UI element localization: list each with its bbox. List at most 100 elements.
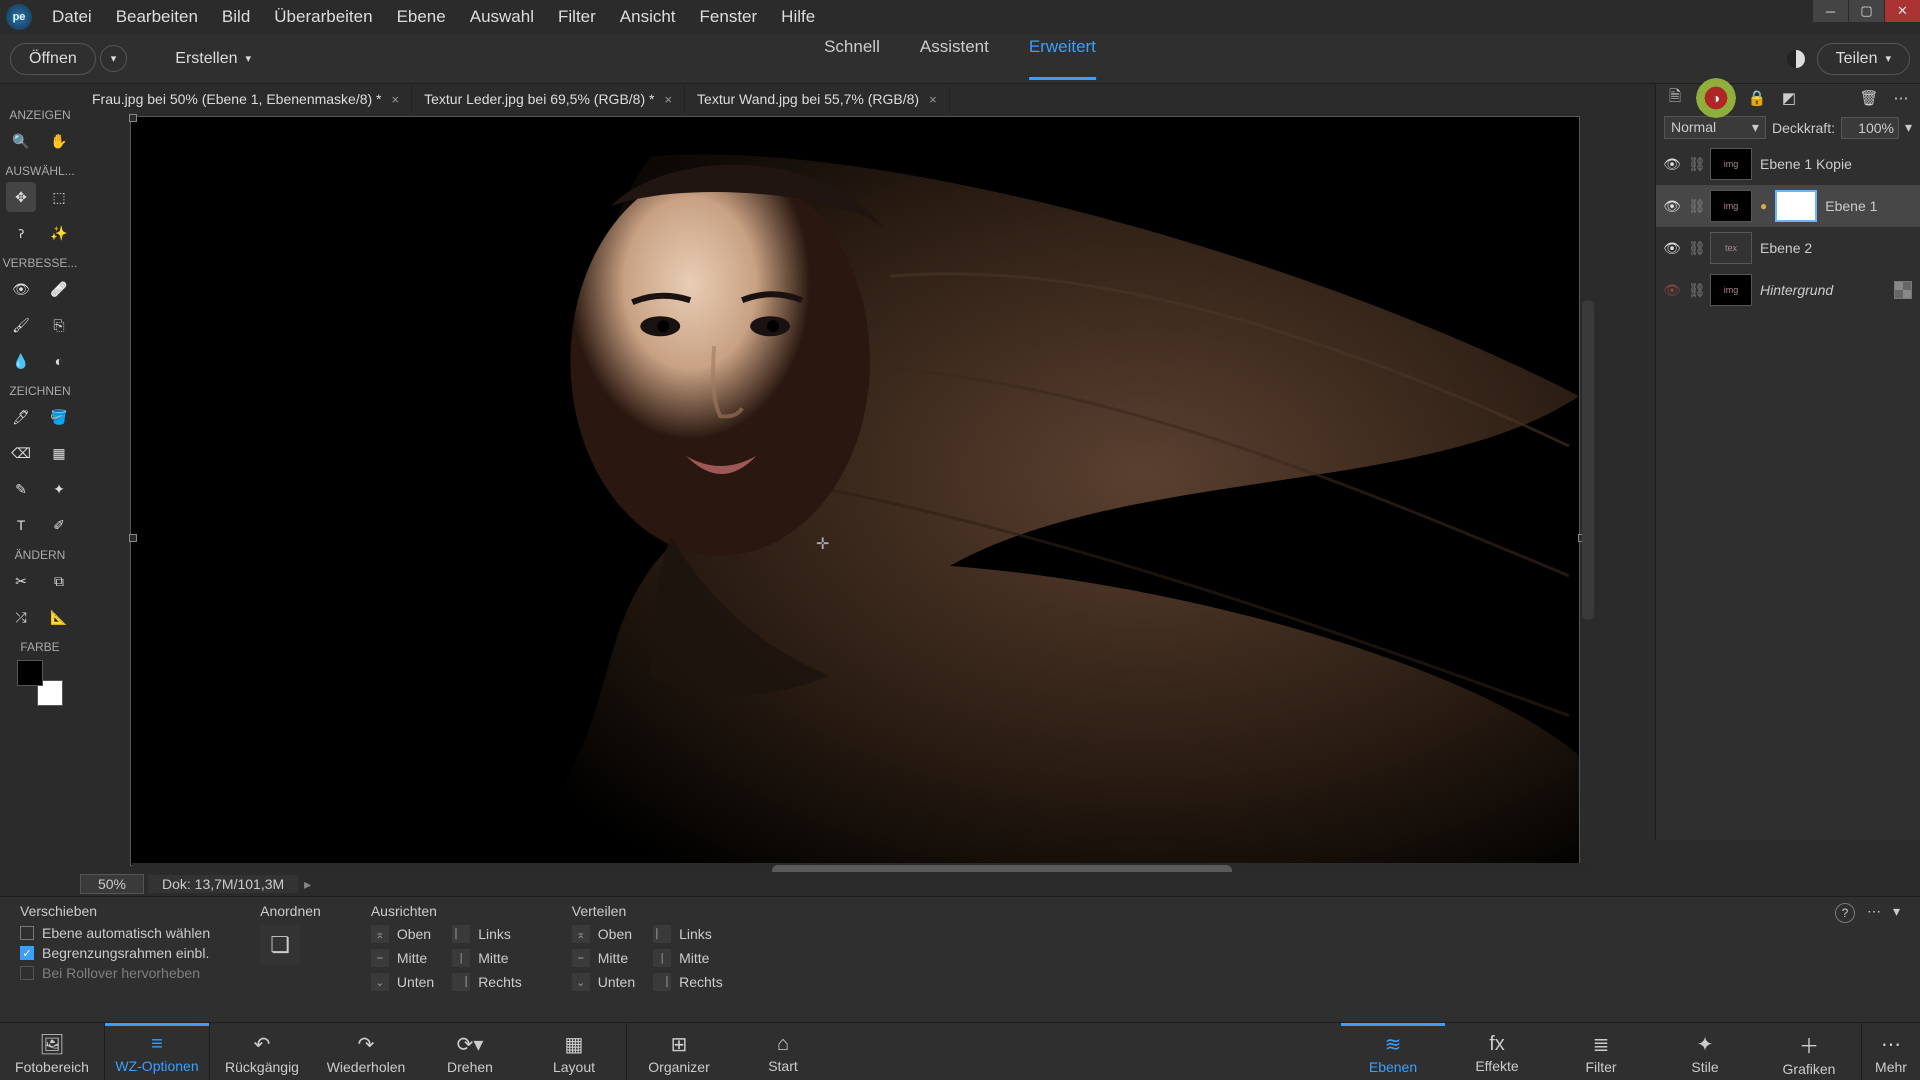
window-close-button[interactable]: ✕	[1884, 0, 1920, 22]
straighten-tool-icon[interactable]: 📐	[44, 602, 74, 632]
panel-menu-icon[interactable]: ⋯	[1890, 87, 1912, 109]
align-right[interactable]: ⎹Rechts	[452, 973, 522, 991]
visibility-toggle-icon[interactable]: 👁	[1664, 198, 1680, 214]
zoom-tool-icon[interactable]: 🔍	[6, 126, 36, 156]
document-tab[interactable]: Textur Leder.jpg bei 69,5% (RGB/8) *×	[412, 84, 685, 114]
menu-window[interactable]: Fenster	[688, 7, 770, 27]
visibility-toggle-icon[interactable]: 👁	[1664, 282, 1680, 298]
distribute-middle[interactable]: ⎯Mitte	[572, 949, 635, 967]
layer-row[interactable]: 👁 ⛓ tex Ebene 2	[1656, 227, 1920, 269]
layer-name[interactable]: Ebene 1	[1825, 198, 1877, 214]
distribute-left[interactable]: ⎸Links	[653, 925, 723, 943]
move-tool-icon[interactable]: ✥	[6, 182, 36, 212]
redo-button[interactable]: ↷Wiederholen	[314, 1023, 418, 1080]
chevron-right-icon[interactable]: ▸	[304, 876, 311, 893]
menu-enhance[interactable]: Überarbeiten	[262, 7, 384, 27]
eraser-tool-icon[interactable]: ⌫	[6, 438, 36, 468]
checkbox-bounding-box[interactable]: ✓	[20, 946, 34, 960]
opacity-input[interactable]: 100%	[1841, 117, 1899, 139]
align-center[interactable]: |Mitte	[452, 949, 522, 967]
align-middle[interactable]: ⎯Mitte	[371, 949, 434, 967]
lock-layer-icon[interactable]: 🔒	[1746, 87, 1768, 109]
link-icon[interactable]: ⛓	[1688, 198, 1702, 215]
link-icon[interactable]: ⛓	[1688, 240, 1702, 257]
organizer-button[interactable]: ⊞Organizer	[627, 1023, 731, 1080]
photo-bin-button[interactable]: 🖼Fotobereich	[0, 1023, 104, 1080]
adjustment-layer-icon[interactable]: ◩	[1778, 87, 1800, 109]
recompose-tool-icon[interactable]: ⧉	[44, 566, 74, 596]
close-icon[interactable]: ×	[664, 92, 672, 107]
menu-layer[interactable]: Ebene	[385, 7, 458, 27]
layer-row[interactable]: 👁 ⛓ img Ebene 1 Kopie	[1656, 143, 1920, 185]
arrange-button[interactable]: ❏	[260, 925, 300, 965]
foreground-color[interactable]	[17, 660, 43, 686]
paintbucket-tool-icon[interactable]: 🪣	[44, 402, 74, 432]
effects-panel-button[interactable]: fxEffekte	[1445, 1023, 1549, 1080]
mode-quick-tab[interactable]: Schnell	[824, 37, 880, 80]
window-minimize-button[interactable]: ─	[1812, 0, 1848, 22]
graphics-panel-button[interactable]: ＋Grafiken	[1757, 1023, 1861, 1080]
document-tab[interactable]: Textur Wand.jpg bei 55,7% (RGB/8)×	[685, 84, 950, 114]
menu-image[interactable]: Bild	[210, 7, 262, 27]
delete-layer-icon[interactable]: 🗑	[1858, 87, 1880, 109]
mask-link-icon[interactable]: ●	[1760, 199, 1767, 213]
layer-name[interactable]: Ebene 2	[1760, 240, 1812, 256]
layer-row[interactable]: 👁 ⛓ img Hintergrund	[1656, 269, 1920, 311]
more-panels-button[interactable]: ⋯Mehr	[1862, 1023, 1920, 1080]
styles-panel-button[interactable]: ✦Stile	[1653, 1023, 1757, 1080]
distribute-top[interactable]: ⌅Oben	[572, 925, 635, 943]
spot-heal-tool-icon[interactable]: 🩹	[44, 274, 74, 304]
document-tab[interactable]: Frau.jpg bei 50% (Ebene 1, Ebenenmaske/8…	[80, 84, 412, 114]
layer-row[interactable]: 👁 ⛓ img ● Ebene 1	[1656, 185, 1920, 227]
menu-edit[interactable]: Bearbeiten	[104, 7, 210, 27]
rotate-button[interactable]: ⟳▾Drehen	[418, 1023, 522, 1080]
help-icon[interactable]: ?	[1835, 903, 1855, 923]
create-button[interactable]: Erstellen ▾	[157, 44, 269, 74]
visibility-toggle-icon[interactable]: 👁	[1664, 240, 1680, 256]
link-icon[interactable]: ⛓	[1688, 156, 1702, 173]
link-icon[interactable]: ⛓	[1688, 282, 1702, 299]
layer-name[interactable]: Ebene 1 Kopie	[1760, 156, 1852, 172]
menu-filter[interactable]: Filter	[546, 7, 608, 27]
document-info[interactable]: Dok: 13,7M/101,3M	[148, 875, 298, 893]
transform-handle[interactable]	[129, 114, 137, 122]
collapse-options-icon[interactable]: ▾	[1893, 903, 1900, 920]
lasso-tool-icon[interactable]: ॽ	[6, 218, 36, 248]
custom-shape-tool-icon[interactable]: ✐	[44, 510, 74, 540]
layer-thumbnail[interactable]: tex	[1710, 232, 1752, 264]
layer-thumbnail[interactable]: img	[1710, 274, 1752, 306]
align-left[interactable]: ⎸Links	[452, 925, 522, 943]
blend-mode-select[interactable]: Normal▾	[1664, 116, 1766, 139]
window-maximize-button[interactable]: ▢	[1848, 0, 1884, 22]
layers-panel-button[interactable]: ≋Ebenen	[1341, 1023, 1445, 1080]
share-button[interactable]: Teilen ▾	[1817, 43, 1910, 75]
layer-thumbnail[interactable]: img	[1710, 148, 1752, 180]
layout-button[interactable]: ▦Layout	[522, 1023, 626, 1080]
color-swatch[interactable]	[17, 660, 63, 706]
close-icon[interactable]: ×	[929, 92, 937, 107]
menu-help[interactable]: Hilfe	[769, 7, 827, 27]
mode-advanced-tab[interactable]: Erweitert	[1029, 37, 1096, 80]
align-top[interactable]: ⌅Oben	[371, 925, 434, 943]
chevron-down-icon[interactable]: ▾	[1905, 119, 1912, 136]
transform-handle[interactable]	[129, 534, 137, 542]
distribute-bottom[interactable]: ⌄Unten	[572, 973, 635, 991]
content-move-tool-icon[interactable]: ⤮	[6, 602, 36, 632]
layer-name[interactable]: Hintergrund	[1760, 282, 1833, 298]
gradient-tool-icon[interactable]: ▦	[44, 438, 74, 468]
menu-file[interactable]: Datei	[40, 7, 104, 27]
distribute-center[interactable]: |Mitte	[653, 949, 723, 967]
zoom-level-input[interactable]: 50%	[80, 874, 144, 894]
hand-tool-icon[interactable]: ✋	[44, 126, 74, 156]
blur-tool-icon[interactable]: 💧	[6, 346, 36, 376]
new-layer-icon[interactable]: 🗎	[1664, 87, 1686, 109]
layer-thumbnail[interactable]: img	[1710, 190, 1752, 222]
text-tool-icon[interactable]: T	[6, 510, 36, 540]
brush-tool-icon[interactable]: 🖊	[6, 402, 36, 432]
open-dropdown[interactable]: ▾	[100, 45, 128, 72]
tool-options-button[interactable]: ≡WZ-Optionen	[105, 1023, 209, 1080]
add-mask-button-highlighted[interactable]: ◑	[1696, 78, 1736, 118]
layer-mask-thumbnail[interactable]	[1775, 190, 1817, 222]
filters-panel-button[interactable]: ≣Filter	[1549, 1023, 1653, 1080]
theme-toggle-icon[interactable]	[1787, 50, 1805, 68]
